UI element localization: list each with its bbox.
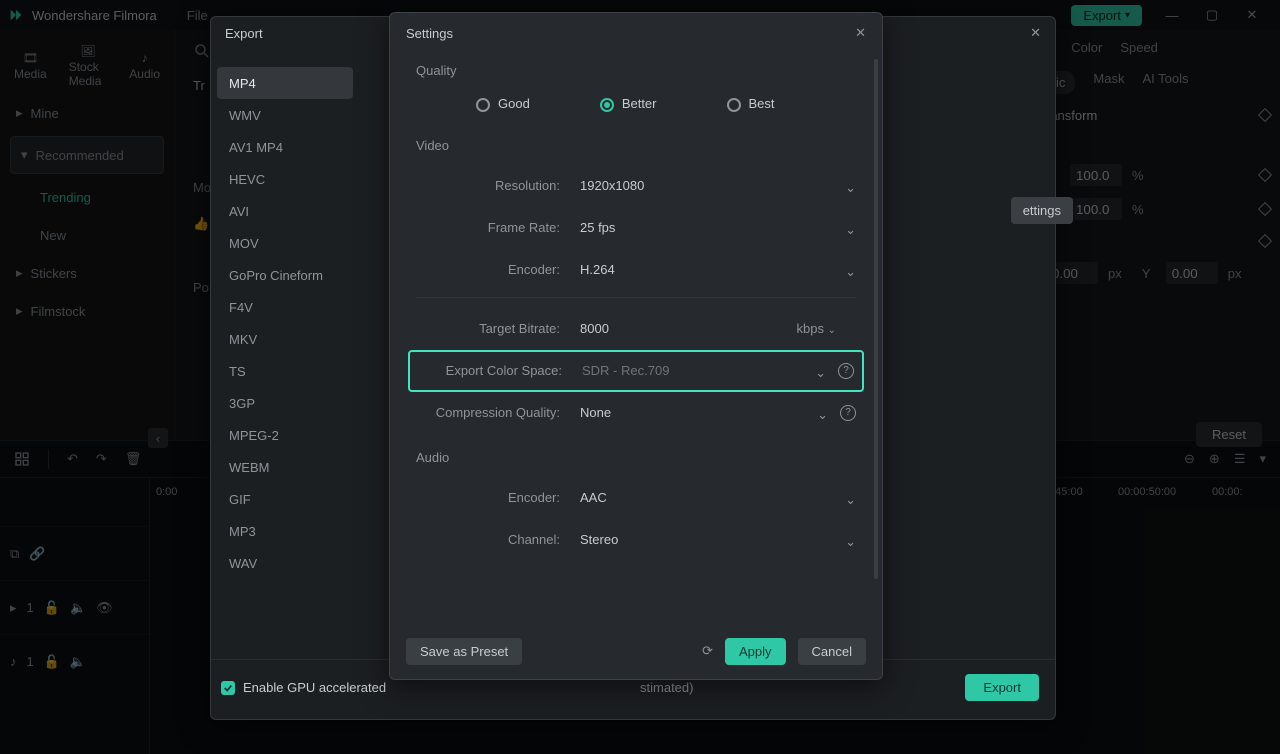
export-modal-title: Export xyxy=(225,26,263,41)
chevron-down-icon: ⌄ xyxy=(815,365,826,381)
save-preset-button[interactable]: Save as Preset xyxy=(406,638,522,665)
framerate-field: Frame Rate: 25 fps⌄ xyxy=(416,207,856,249)
help-icon[interactable]: ? xyxy=(838,363,854,379)
gpu-label: Enable GPU accelerated xyxy=(243,680,386,695)
audio-heading: Audio xyxy=(416,450,856,465)
format-item-f4v[interactable]: F4V xyxy=(211,291,359,323)
audio-encoder-field: Encoder: AAC⌄ xyxy=(416,477,856,519)
estimated-label: stimated) xyxy=(640,680,693,695)
channel-field: Channel: Stereo⌄ xyxy=(416,519,856,561)
format-item-wmv[interactable]: WMV xyxy=(211,99,359,131)
chevron-down-icon: ⌄ xyxy=(817,407,828,423)
cancel-button[interactable]: Cancel xyxy=(798,638,866,665)
help-icon[interactable]: ? xyxy=(840,405,856,421)
format-item-avi[interactable]: AVI xyxy=(211,195,359,227)
compression-field: Compression Quality: None⌄ ? xyxy=(416,392,856,434)
close-icon[interactable]: ✕ xyxy=(1030,25,1041,41)
format-item-mov[interactable]: MOV xyxy=(211,227,359,259)
bitrate-input[interactable]: 8000 xyxy=(580,321,690,336)
format-item-webm[interactable]: WEBM xyxy=(211,451,359,483)
settings-button[interactable]: ettings xyxy=(1011,197,1073,224)
chevron-down-icon: ⌄ xyxy=(845,264,856,280)
format-item-av1-mp4[interactable]: AV1 MP4 xyxy=(211,131,359,163)
format-item-mp3[interactable]: MP3 xyxy=(211,515,359,547)
gpu-checkbox[interactable] xyxy=(221,681,235,695)
format-item-wav[interactable]: WAV xyxy=(211,547,359,579)
refresh-icon[interactable]: ⟳ xyxy=(702,643,713,659)
quality-good-radio[interactable]: Good xyxy=(476,96,530,112)
color-space-field: Export Color Space: SDR - Rec.709⌄ ? xyxy=(408,350,864,392)
resolution-field: Resolution: 1920x1080⌄ xyxy=(416,165,856,207)
chevron-down-icon: ⌄ xyxy=(845,492,856,508)
compression-select[interactable]: None⌄ xyxy=(580,405,828,420)
format-item-mp4[interactable]: MP4 xyxy=(217,67,353,99)
resolution-select[interactable]: 1920x1080⌄ xyxy=(580,178,856,193)
format-item-hevc[interactable]: HEVC xyxy=(211,163,359,195)
channel-select[interactable]: Stereo⌄ xyxy=(580,532,856,547)
bitrate-field: Target Bitrate: 8000 kbps ⌄ xyxy=(416,308,856,350)
chevron-down-icon: ⌄ xyxy=(845,180,856,196)
chevron-down-icon: ⌄ xyxy=(845,534,856,550)
quality-better-radio[interactable]: Better xyxy=(600,96,657,112)
close-icon[interactable]: ✕ xyxy=(855,25,866,41)
format-item-3gp[interactable]: 3GP xyxy=(211,387,359,419)
format-item-ts[interactable]: TS xyxy=(211,355,359,387)
chevron-down-icon: ⌄ xyxy=(845,222,856,238)
export-button[interactable]: Export xyxy=(965,674,1039,701)
format-item-gopro-cineform[interactable]: GoPro Cineform xyxy=(211,259,359,291)
apply-button[interactable]: Apply xyxy=(725,638,786,665)
framerate-select[interactable]: 25 fps⌄ xyxy=(580,220,856,235)
format-item-mkv[interactable]: MKV xyxy=(211,323,359,355)
settings-modal: Settings ✕ Quality Good Better Best Vide… xyxy=(389,12,883,680)
encoder-field: Encoder: H.264⌄ xyxy=(416,249,856,291)
format-list: MP4WMVAV1 MP4HEVCAVIMOVGoPro CineformF4V… xyxy=(211,49,359,659)
encoder-select[interactable]: H.264⌄ xyxy=(580,262,856,277)
quality-best-radio[interactable]: Best xyxy=(727,96,775,112)
settings-modal-title: Settings xyxy=(406,26,453,41)
chevron-down-icon: ⌄ xyxy=(828,325,836,336)
format-item-mpeg-2[interactable]: MPEG-2 xyxy=(211,419,359,451)
video-heading: Video xyxy=(416,138,856,153)
format-item-gif[interactable]: GIF xyxy=(211,483,359,515)
bitrate-unit-select[interactable]: kbps ⌄ xyxy=(797,321,856,336)
audio-encoder-select[interactable]: AAC⌄ xyxy=(580,490,856,505)
quality-heading: Quality xyxy=(416,63,856,78)
color-space-select[interactable]: SDR - Rec.709⌄ xyxy=(582,363,826,378)
